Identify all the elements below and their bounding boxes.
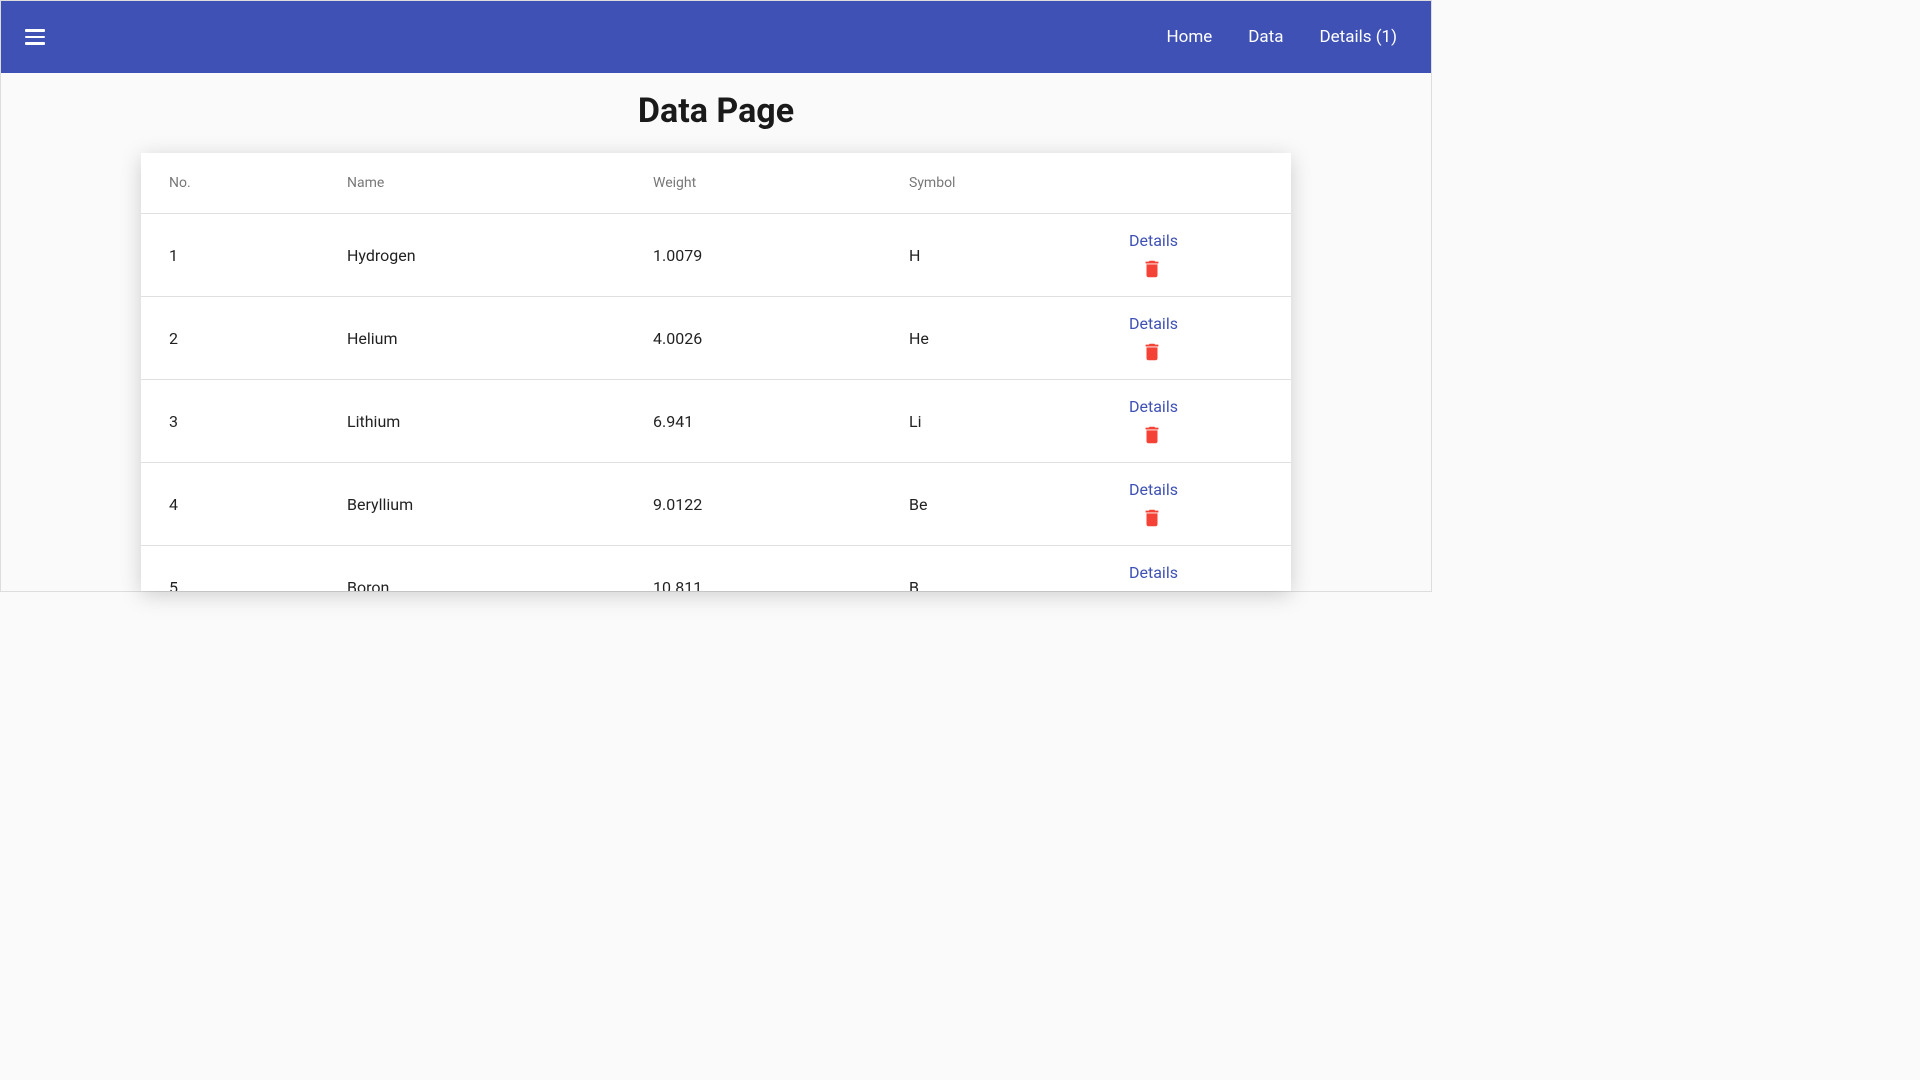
delete-button[interactable] (1129, 422, 1163, 446)
cell-symbol: Be (889, 463, 1109, 546)
page-title: Data Page (1, 91, 1431, 131)
nav-data[interactable]: Data (1230, 27, 1301, 47)
delete-button[interactable] (1129, 256, 1163, 280)
cell-actions: Details (1109, 546, 1291, 592)
cell-weight: 1.0079 (633, 214, 889, 297)
cell-name: Helium (327, 297, 633, 380)
cell-no: 5 (141, 546, 327, 592)
col-header-weight: Weight (633, 153, 889, 214)
delete-button[interactable] (1129, 505, 1163, 529)
details-link[interactable]: Details (1129, 397, 1178, 416)
cell-name: Beryllium (327, 463, 633, 546)
cell-symbol: Li (889, 380, 1109, 463)
cell-no: 1 (141, 214, 327, 297)
col-header-no: No. (141, 153, 327, 214)
toolbar: Home Data Details (1) (1, 1, 1431, 73)
cell-actions: Details (1109, 380, 1291, 463)
cell-name: Hydrogen (327, 214, 633, 297)
cell-no: 2 (141, 297, 327, 380)
table-header-row: No. Name Weight Symbol (141, 153, 1291, 214)
cell-no: 4 (141, 463, 327, 546)
details-link[interactable]: Details (1129, 480, 1178, 499)
nav-home[interactable]: Home (1149, 27, 1231, 47)
data-table-container: No. Name Weight Symbol 1Hydrogen1.0079H D… (141, 153, 1291, 591)
cell-symbol: H (889, 214, 1109, 297)
cell-no: 3 (141, 380, 327, 463)
table-row: 4Beryllium9.0122Be Details (141, 463, 1291, 546)
table-row: 5Boron10.811B Details (141, 546, 1291, 592)
cell-weight: 9.0122 (633, 463, 889, 546)
details-link[interactable]: Details (1129, 563, 1178, 582)
cell-weight: 6.941 (633, 380, 889, 463)
col-header-symbol: Symbol (889, 153, 1109, 214)
table-row: 3Lithium6.941Li Details (141, 380, 1291, 463)
table-row: 1Hydrogen1.0079H Details (141, 214, 1291, 297)
details-link[interactable]: Details (1129, 231, 1178, 250)
details-link[interactable]: Details (1129, 314, 1178, 333)
trash-icon (1141, 258, 1163, 280)
cell-actions: Details (1109, 214, 1291, 297)
cell-symbol: B (889, 546, 1109, 592)
trash-icon (1141, 424, 1163, 446)
delete-button[interactable] (1129, 339, 1163, 363)
cell-actions: Details (1109, 463, 1291, 546)
hamburger-icon (25, 25, 49, 49)
trash-icon (1141, 341, 1163, 363)
cell-weight: 10.811 (633, 546, 889, 592)
col-header-actions (1109, 153, 1291, 214)
col-header-name: Name (327, 153, 633, 214)
cell-actions: Details (1109, 297, 1291, 380)
delete-button[interactable] (1129, 588, 1163, 592)
cell-name: Lithium (327, 380, 633, 463)
nav-details[interactable]: Details (1) (1301, 27, 1415, 47)
app-frame: Home Data Details (1) Data Page No. Name… (0, 0, 1432, 592)
cell-symbol: He (889, 297, 1109, 380)
trash-icon (1141, 507, 1163, 529)
menu-button[interactable] (17, 17, 57, 57)
table-row: 2Helium4.0026He Details (141, 297, 1291, 380)
trash-icon (1141, 590, 1163, 592)
cell-name: Boron (327, 546, 633, 592)
data-table: No. Name Weight Symbol 1Hydrogen1.0079H D… (141, 153, 1291, 591)
cell-weight: 4.0026 (633, 297, 889, 380)
